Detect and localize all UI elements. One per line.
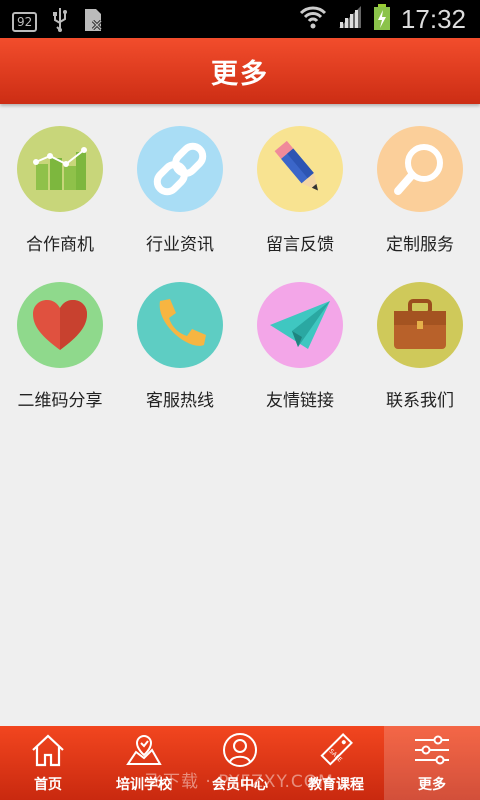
notification-badge: 92 <box>12 12 38 32</box>
more-menu-grid: 合作商机 行业资讯 留言反馈 定制服务 二维码分享 客服热线 友情链接 联系我们 <box>0 122 480 416</box>
usb-icon <box>51 7 69 37</box>
grid-item-contact-us[interactable]: 联系我们 <box>360 278 480 416</box>
svg-text:SALE: SALE <box>328 748 344 764</box>
grid-item-label: 二维码分享 <box>17 391 103 411</box>
sale-tag-icon: SALE <box>318 732 354 772</box>
paper-plane-icon <box>257 282 343 368</box>
map-icon <box>126 732 162 772</box>
watermark-text: 飞下载 · PYFZXY.COM <box>145 772 334 792</box>
grid-item-label: 留言反馈 <box>266 235 334 255</box>
briefcase-icon <box>377 282 463 368</box>
grid-item-label: 定制服务 <box>386 235 454 255</box>
grid-item-friend-links[interactable]: 友情链接 <box>240 278 360 416</box>
grid-item-business[interactable]: 合作商机 <box>0 122 120 260</box>
sim-error-icon <box>83 7 105 37</box>
magnifier-icon <box>377 126 463 212</box>
grid-item-qr-share[interactable]: 二维码分享 <box>0 278 120 416</box>
bar-chart-icon <box>17 126 103 212</box>
tab-home[interactable]: 首页 <box>0 726 96 800</box>
header-bar: 更多 <box>0 38 480 104</box>
grid-item-label: 合作商机 <box>26 235 94 255</box>
tab-more[interactable]: 更多 <box>384 726 480 800</box>
clock: 17:32 <box>400 3 466 34</box>
status-bar: 92 17:32 <box>0 0 480 38</box>
tab-label: 更多 <box>418 777 446 793</box>
grid-item-label: 联系我们 <box>386 391 454 411</box>
battery-charging-icon <box>373 3 391 35</box>
grid-item-custom-service[interactable]: 定制服务 <box>360 122 480 260</box>
tab-label: 首页 <box>34 777 62 793</box>
signal-icon <box>337 4 363 34</box>
user-icon <box>222 732 258 772</box>
wifi-icon <box>299 4 327 34</box>
grid-item-hotline[interactable]: 客服热线 <box>120 278 240 416</box>
home-icon <box>30 732 66 772</box>
grid-item-label: 友情链接 <box>266 391 334 411</box>
link-icon <box>137 126 223 212</box>
phone-icon <box>137 282 223 368</box>
heart-icon <box>17 282 103 368</box>
grid-item-feedback[interactable]: 留言反馈 <box>240 122 360 260</box>
page-title: 更多 <box>211 58 269 90</box>
grid-item-news[interactable]: 行业资讯 <box>120 122 240 260</box>
pencil-icon <box>257 126 343 212</box>
grid-item-label: 客服热线 <box>146 391 214 411</box>
settings-sliders-icon <box>412 732 452 772</box>
grid-item-label: 行业资讯 <box>146 235 214 255</box>
